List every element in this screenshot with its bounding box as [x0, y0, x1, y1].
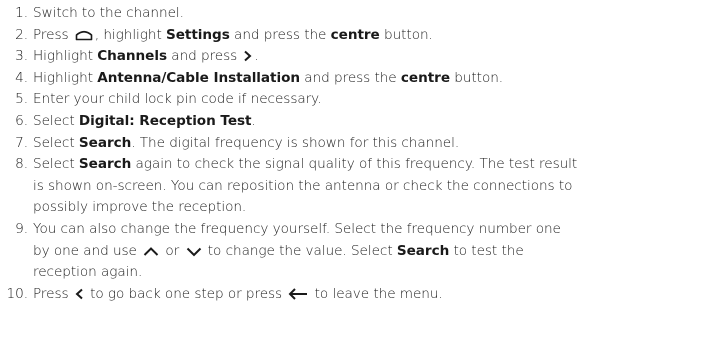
text-run: Select	[33, 112, 79, 129]
text-run: .	[251, 112, 256, 129]
text-run: button.	[379, 26, 433, 43]
text-run: again to check the signal quality of thi…	[131, 156, 578, 173]
list-item: 10. Press to go back one step or press to…	[0, 284, 719, 306]
step-text: Press to go back one step or press to le…	[33, 286, 443, 302]
text-run: by one and use	[33, 242, 142, 259]
text-run: Highlight	[33, 48, 98, 65]
step-text: Highlight Antenna/Cable Installation and…	[33, 70, 503, 86]
text-run: Press	[33, 285, 73, 302]
text-run: and press	[167, 48, 242, 65]
text-run: to leave the menu.	[310, 285, 443, 302]
list-item: 1. Switch to the channel.	[0, 3, 719, 25]
step-text: Highlight Channels and press .	[33, 48, 259, 64]
text-run: and press the	[300, 69, 401, 86]
step-text: Select Search again to check the signal …	[33, 156, 577, 215]
chevron-right-icon	[244, 50, 252, 62]
step-text: Enter your child lock pin code if necess…	[33, 91, 322, 107]
text-run: You can also change the frequency yourse…	[33, 220, 561, 237]
ui-term: Search	[78, 156, 132, 173]
text-run: Switch to the channel.	[33, 5, 184, 21]
text-run: or	[161, 242, 184, 259]
step-number: 8.	[15, 156, 28, 173]
list-item: 6. Select Digital: Reception Test.	[0, 111, 719, 133]
instruction-list: 1. Switch to the channel. 2. Press , highli…	[0, 3, 719, 305]
ui-term: Search	[78, 134, 132, 151]
step-text: You can also change the frequency yourse…	[33, 221, 561, 280]
text-run: Press	[33, 26, 73, 43]
text-run: to go back one step or press	[85, 285, 287, 302]
text-run: , highlight	[94, 26, 166, 43]
step-text: Select Digital: Reception Test.	[33, 113, 256, 129]
chevron-down-icon	[186, 247, 201, 256]
chevron-up-icon	[143, 246, 159, 256]
step-number: 1.	[15, 5, 28, 21]
text-run: and press the	[229, 26, 331, 43]
list-item: 3. Highlight Channels and press .	[0, 46, 719, 68]
list-item: 2. Press , highlight Settings and press t…	[0, 25, 719, 47]
text-run: . The digital frequency is shown for thi…	[131, 134, 460, 151]
ui-term: Channels	[97, 48, 168, 65]
text-run: to test the	[449, 242, 524, 259]
ui-term: Settings	[166, 26, 230, 43]
chevron-left-icon	[75, 288, 83, 299]
ui-term: centre	[330, 26, 380, 43]
ui-term: Search	[396, 242, 450, 259]
text-run: is shown on-screen. You can reposition t…	[33, 177, 573, 194]
step-number: 7.	[15, 134, 28, 151]
home-icon	[75, 30, 93, 40]
text-run: Enter your child lock pin code if necess…	[33, 91, 322, 108]
text-run: Select	[33, 134, 79, 151]
list-item: 4. Highlight Antenna/Cable Installation a…	[0, 68, 719, 90]
list-item: 9. You can also change the frequency your…	[0, 219, 719, 284]
text-run: possibly improve the reception.	[33, 199, 247, 216]
ui-term: Antenna/Cable Installation	[97, 69, 301, 86]
list-item: 7. Select Search. The digital frequency i…	[0, 133, 719, 155]
text-run: .	[254, 48, 259, 65]
step-number: 6.	[15, 112, 28, 129]
ui-term: Digital: Reception Test	[78, 112, 252, 129]
ui-term: centre	[400, 69, 450, 86]
step-number: 4.	[15, 69, 28, 86]
text-run: button.	[449, 69, 504, 86]
step-text: Press , highlight Settings and press the…	[33, 27, 433, 43]
text-run: to change the value. Select	[203, 242, 397, 259]
step-number: 2.	[15, 26, 28, 43]
step-number: 5.	[15, 91, 28, 108]
step-text: Select Search. The digital frequency is …	[33, 135, 459, 151]
arrow-left-icon	[288, 288, 308, 300]
list-item: 5. Enter your child lock pin code if nece…	[0, 89, 719, 111]
text-run: Select	[33, 156, 79, 173]
text-run: reception again.	[33, 264, 143, 281]
text-run: Highlight	[33, 69, 98, 86]
step-number: 3.	[15, 48, 28, 65]
step-number: 9.	[15, 220, 28, 237]
list-item: 8. Select Search again to check the signa…	[0, 154, 719, 219]
step-number: 10.	[6, 285, 29, 302]
step-text: Switch to the channel.	[33, 5, 184, 21]
